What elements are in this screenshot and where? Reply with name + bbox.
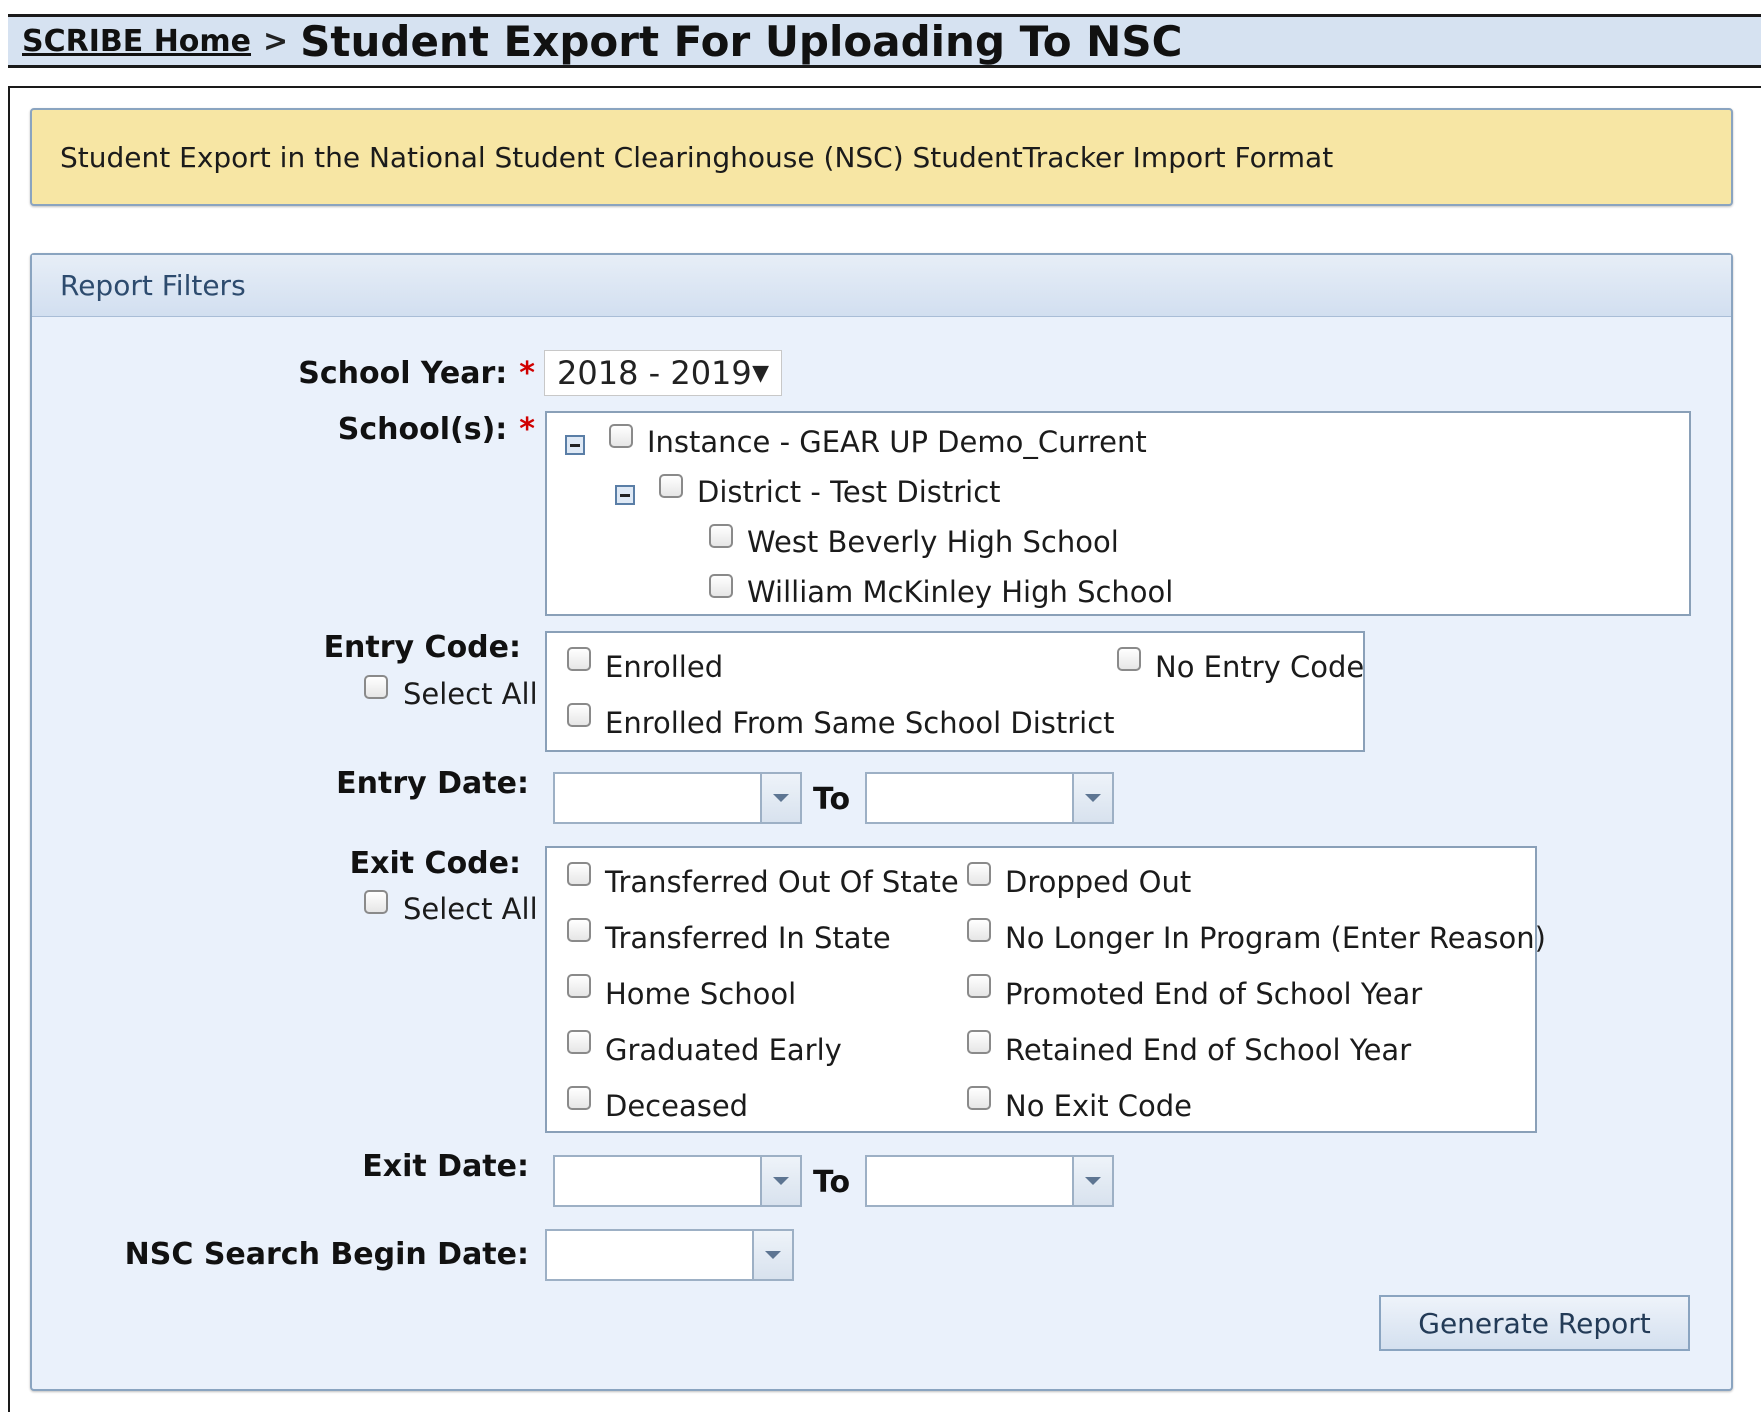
page-header: SCRIBE Home > Student Export For Uploadi…: [8, 14, 1761, 68]
entry-date-to-input[interactable]: [865, 772, 1114, 824]
school-year-select[interactable]: 2018 - 2019 ▼: [544, 350, 782, 396]
entry-date-from-input[interactable]: [553, 772, 802, 824]
entry-code-option: No Entry Code: [1155, 650, 1365, 684]
info-banner: Student Export in the National Student C…: [30, 108, 1733, 206]
district-checkbox[interactable]: [659, 474, 683, 498]
exit-code-checkbox[interactable]: [967, 1030, 991, 1054]
exit-code-option: Deceased: [605, 1089, 749, 1123]
exit-date-label: Exit Date:: [362, 1149, 529, 1184]
entry-code-checkbox[interactable]: [567, 703, 591, 727]
school-checkbox[interactable]: [709, 574, 733, 598]
school-year-label-text: School Year:: [298, 356, 508, 391]
exit-code-select-all-checkbox[interactable]: [364, 890, 388, 914]
schools-tree: Instance - GEAR UP Demo_Current District…: [545, 411, 1691, 616]
exit-code-checkbox[interactable]: [567, 918, 591, 942]
required-mark: *: [519, 412, 535, 447]
banner-text: Student Export in the National Student C…: [60, 140, 1334, 174]
entry-code-options: Enrolled No Entry Code Enrolled From Sam…: [545, 631, 1365, 752]
school-label: William McKinley High School: [747, 575, 1174, 609]
exit-code-checkbox[interactable]: [567, 974, 591, 998]
schools-label-text: School(s):: [337, 412, 508, 447]
date-dropdown-icon[interactable]: [760, 1157, 800, 1205]
exit-code-checkbox[interactable]: [567, 1030, 591, 1054]
exit-code-checkbox[interactable]: [567, 862, 591, 886]
chevron-down-icon: ▼: [752, 360, 769, 386]
instance-label: Instance - GEAR UP Demo_Current: [647, 425, 1147, 459]
schools-label: School(s): *: [338, 412, 535, 447]
school-year-label: School Year: *: [298, 356, 535, 391]
scribe-home-link[interactable]: SCRIBE Home: [22, 24, 251, 59]
exit-code-option: No Longer In Program (Enter Reason): [1005, 921, 1546, 955]
collapse-district-icon[interactable]: [615, 485, 635, 505]
exit-code-checkbox[interactable]: [967, 862, 991, 886]
exit-code-option: Home School: [605, 977, 797, 1011]
exit-code-options: Transferred Out Of State Transferred In …: [545, 846, 1546, 1133]
exit-code-checkbox[interactable]: [967, 1086, 991, 1110]
panel-header: Report Filters: [32, 255, 1731, 317]
exit-code-label: Exit Code:: [349, 846, 521, 881]
exit-code-option: Retained End of School Year: [1005, 1033, 1412, 1067]
instance-checkbox[interactable]: [609, 424, 633, 448]
date-dropdown-icon[interactable]: [1072, 774, 1112, 822]
entry-date-to-label: To: [813, 782, 851, 817]
collapse-instance-icon[interactable]: [565, 435, 585, 455]
panel-title: Report Filters: [60, 269, 246, 302]
school-label: West Beverly High School: [747, 525, 1119, 559]
entry-date-label: Entry Date:: [336, 766, 529, 801]
date-dropdown-icon[interactable]: [1072, 1157, 1112, 1205]
entry-code-label: Entry Code:: [323, 630, 521, 665]
exit-code-option: Promoted End of School Year: [1005, 977, 1423, 1011]
entry-code-option: Enrolled From Same School District: [605, 706, 1115, 740]
district-label: District - Test District: [697, 475, 1001, 509]
exit-code-checkbox[interactable]: [567, 1086, 591, 1110]
required-mark: *: [519, 356, 535, 391]
exit-code-option: Transferred In State: [605, 921, 891, 955]
breadcrumb-separator: >: [263, 23, 289, 59]
date-dropdown-icon[interactable]: [760, 774, 800, 822]
exit-date-to-label: To: [813, 1165, 851, 1200]
exit-code-option: No Exit Code: [1005, 1089, 1193, 1123]
date-dropdown-icon[interactable]: [752, 1231, 792, 1279]
entry-code-option: Enrolled: [605, 650, 724, 684]
exit-code-select-all-label: Select All: [403, 892, 538, 926]
entry-code-select-all-checkbox[interactable]: [364, 675, 388, 699]
exit-date-from-input[interactable]: [553, 1155, 802, 1207]
entry-code-checkbox[interactable]: [1117, 647, 1141, 671]
exit-code-option: Dropped Out: [1005, 865, 1192, 899]
nsc-search-begin-date-label: NSC Search Begin Date:: [124, 1237, 529, 1272]
entry-code-select-all-label: Select All: [403, 677, 538, 711]
generate-report-button[interactable]: Generate Report: [1379, 1295, 1690, 1351]
page-title: Student Export For Uploading To NSC: [300, 16, 1183, 66]
exit-code-option: Transferred Out Of State: [605, 865, 959, 899]
exit-code-checkbox[interactable]: [967, 918, 991, 942]
exit-code-checkbox[interactable]: [967, 974, 991, 998]
school-year-value: 2018 - 2019: [557, 354, 752, 392]
entry-code-checkbox[interactable]: [567, 647, 591, 671]
exit-code-option: Graduated Early: [605, 1033, 842, 1067]
exit-date-to-input[interactable]: [865, 1155, 1114, 1207]
nsc-search-begin-date-input[interactable]: [545, 1229, 794, 1281]
school-checkbox[interactable]: [709, 524, 733, 548]
